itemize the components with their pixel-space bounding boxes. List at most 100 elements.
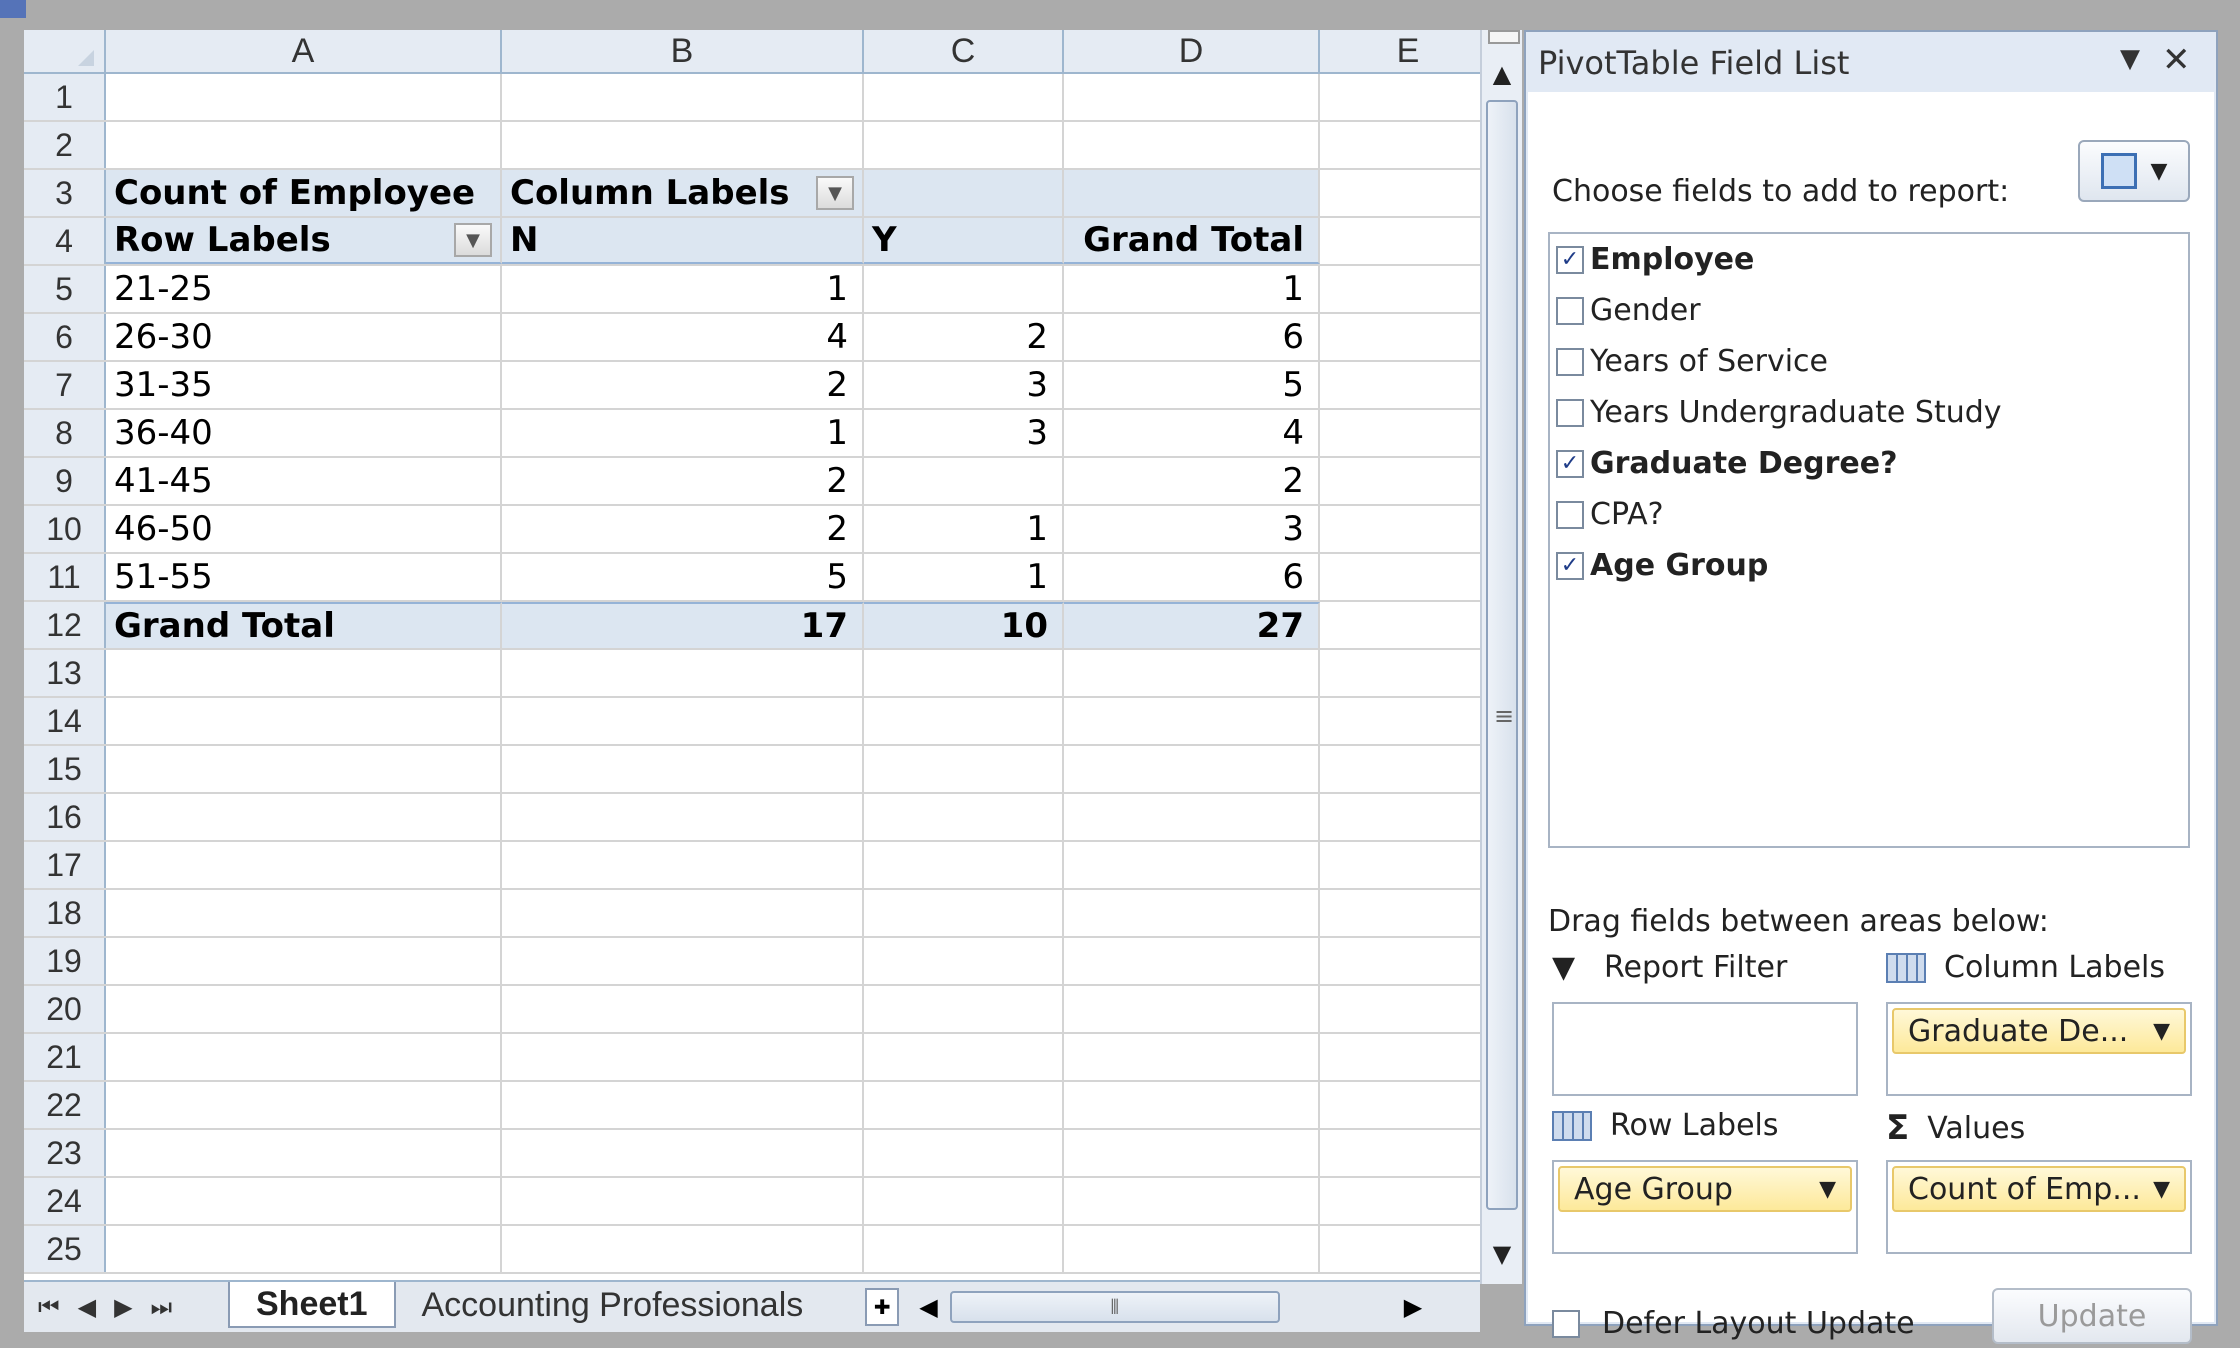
cell[interactable]: [1064, 74, 1320, 120]
pivot-value-y[interactable]: 1: [864, 554, 1064, 600]
row-field-pill[interactable]: Age Group ▼: [1558, 1166, 1852, 1212]
pivot-value-total[interactable]: 2: [1064, 458, 1320, 504]
cell[interactable]: [1320, 218, 1480, 264]
cell[interactable]: [502, 1226, 864, 1272]
pivot-measure-header[interactable]: Count of Employee: [106, 170, 502, 216]
cell[interactable]: [1064, 842, 1320, 888]
cell[interactable]: [1320, 1226, 1480, 1272]
cell[interactable]: [502, 1034, 864, 1080]
pivot-row-label[interactable]: 21-25: [106, 266, 502, 312]
row-header[interactable]: 14: [24, 698, 106, 744]
cell[interactable]: [502, 986, 864, 1032]
cell[interactable]: Row Labels ▼: [106, 218, 502, 264]
pivot-value-n[interactable]: 2: [502, 362, 864, 408]
select-all-button[interactable]: [24, 30, 106, 72]
first-sheet-icon[interactable]: ⏮: [38, 1293, 60, 1321]
cell[interactable]: [1064, 746, 1320, 792]
values-area[interactable]: Count of Emp... ▼: [1886, 1160, 2192, 1254]
cell[interactable]: [502, 74, 864, 120]
column-header-b[interactable]: B: [502, 30, 864, 72]
cell-grid[interactable]: A B C D E 1 2 3 Count of Employee Column Lab…: [24, 30, 1480, 1274]
pivot-row-label[interactable]: 36-40: [106, 410, 502, 456]
cell[interactable]: [1320, 1178, 1480, 1224]
row-header[interactable]: 10: [24, 506, 106, 552]
cell[interactable]: [864, 698, 1064, 744]
cell[interactable]: [1064, 938, 1320, 984]
row-header[interactable]: 19: [24, 938, 106, 984]
row-header[interactable]: 6: [24, 314, 106, 360]
cell[interactable]: [106, 74, 502, 120]
scroll-right-icon[interactable]: ▶: [1404, 1293, 1422, 1321]
defer-layout-checkbox[interactable]: [1552, 1309, 1580, 1338]
cell[interactable]: [1320, 746, 1480, 792]
scroll-down-icon[interactable]: ▼: [1482, 1240, 1522, 1270]
row-header[interactable]: 20: [24, 986, 106, 1032]
cell[interactable]: [502, 650, 864, 696]
cell[interactable]: [864, 1082, 1064, 1128]
column-header-d[interactable]: D: [1064, 30, 1320, 72]
row-header[interactable]: 17: [24, 842, 106, 888]
cell[interactable]: [1320, 554, 1480, 600]
column-header-c[interactable]: C: [864, 30, 1064, 72]
row-header[interactable]: 4: [24, 218, 106, 264]
horizontal-scroll-thumb[interactable]: ⦀: [949, 1291, 1280, 1323]
field-checkbox[interactable]: [1556, 500, 1584, 529]
row-header[interactable]: 1: [24, 74, 106, 120]
cell[interactable]: [1320, 410, 1480, 456]
cell[interactable]: [1320, 1034, 1480, 1080]
pivot-value-n[interactable]: 5: [502, 554, 864, 600]
cell[interactable]: [864, 986, 1064, 1032]
tab-sheet1[interactable]: Sheet1: [228, 1282, 396, 1328]
horizontal-scrollbar[interactable]: ◀ ⦀ ▶: [919, 1291, 1422, 1323]
cell[interactable]: [1064, 986, 1320, 1032]
pivot-value-n[interactable]: 4: [502, 314, 864, 360]
pivot-grand-total-label[interactable]: Grand Total: [106, 602, 502, 648]
row-header[interactable]: 3: [24, 170, 106, 216]
field-item[interactable]: CPA?: [1550, 489, 2188, 540]
cell[interactable]: [1320, 1082, 1480, 1128]
field-checkbox[interactable]: ✓: [1556, 551, 1584, 580]
cell[interactable]: [1320, 74, 1480, 120]
pivot-value-total[interactable]: 6: [1064, 314, 1320, 360]
cell[interactable]: [864, 842, 1064, 888]
field-item[interactable]: Years of Service: [1550, 336, 2188, 387]
field-list[interactable]: ✓ Employee Gender Years of Service Years Und…: [1548, 232, 2190, 848]
cell[interactable]: [1064, 698, 1320, 744]
cell[interactable]: [864, 938, 1064, 984]
cell[interactable]: [1320, 362, 1480, 408]
cell[interactable]: [1320, 890, 1480, 936]
cell[interactable]: [1320, 122, 1480, 168]
cell[interactable]: [106, 938, 502, 984]
cell[interactable]: Column Labels ▼: [502, 170, 864, 216]
row-header[interactable]: 13: [24, 650, 106, 696]
vertical-scrollbar[interactable]: ▲ ≡ ▼: [1480, 30, 1522, 1284]
pivot-value-total[interactable]: 6: [1064, 554, 1320, 600]
pivot-grand-total-header[interactable]: Grand Total: [1064, 218, 1320, 264]
cell[interactable]: [864, 74, 1064, 120]
field-checkbox[interactable]: [1556, 296, 1584, 325]
pivot-row-label[interactable]: 46-50: [106, 506, 502, 552]
row-header[interactable]: 23: [24, 1130, 106, 1176]
cell[interactable]: [864, 170, 1064, 216]
pivot-row-label[interactable]: 26-30: [106, 314, 502, 360]
cell[interactable]: [1320, 266, 1480, 312]
field-checkbox[interactable]: ✓: [1556, 245, 1584, 274]
cell[interactable]: [502, 842, 864, 888]
pivot-row-label[interactable]: 51-55: [106, 554, 502, 600]
prev-sheet-icon[interactable]: ◀: [78, 1293, 96, 1321]
chevron-down-icon[interactable]: ▼: [1819, 1177, 1836, 1202]
cell[interactable]: [864, 650, 1064, 696]
cell[interactable]: [1320, 986, 1480, 1032]
cell[interactable]: [864, 1178, 1064, 1224]
cell[interactable]: [1064, 1178, 1320, 1224]
pivot-value-y[interactable]: 3: [864, 362, 1064, 408]
row-header[interactable]: 12: [24, 602, 106, 648]
cell[interactable]: [502, 122, 864, 168]
pivot-grand-total-value[interactable]: 27: [1064, 602, 1320, 648]
close-icon[interactable]: ✕: [2162, 40, 2191, 80]
cell[interactable]: [1320, 170, 1480, 216]
cell[interactable]: [1320, 794, 1480, 840]
cell[interactable]: [1320, 650, 1480, 696]
row-header[interactable]: 21: [24, 1034, 106, 1080]
pivot-value-total[interactable]: 1: [1064, 266, 1320, 312]
